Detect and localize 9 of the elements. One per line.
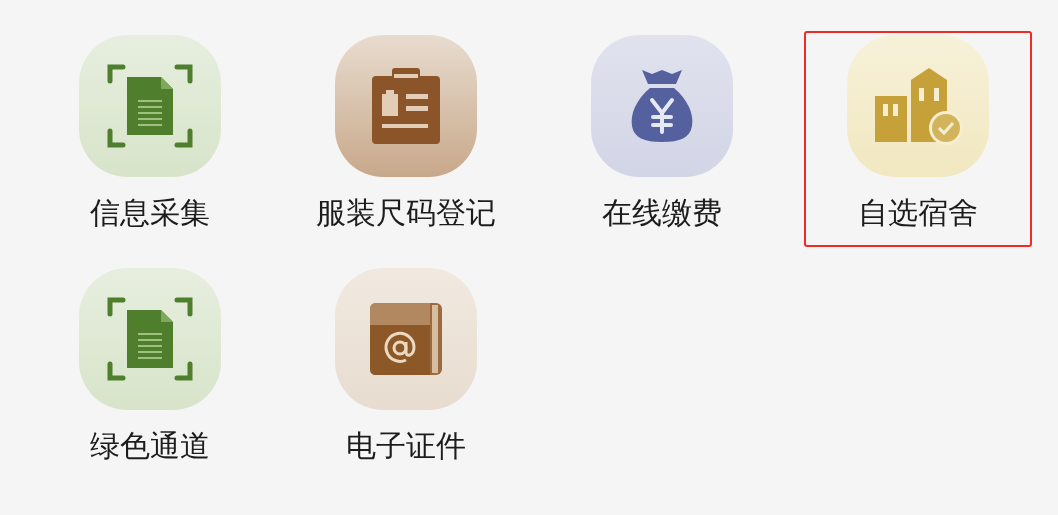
- menu-tile[interactable]: 电子证件: [292, 264, 520, 480]
- menu-tile[interactable]: 绿色通道: [36, 264, 264, 480]
- menu-tile[interactable]: 在线缴费: [548, 31, 776, 247]
- buildings-check-icon: [873, 66, 963, 146]
- money-bag-icon: [630, 68, 694, 144]
- highlighted-menu-tile[interactable]: 自选宿舍: [804, 31, 1032, 247]
- address-book-icon: [368, 301, 444, 377]
- menu-tile[interactable]: 服装尺码登记: [292, 31, 520, 247]
- menu-tile[interactable]: 信息采集: [36, 31, 264, 247]
